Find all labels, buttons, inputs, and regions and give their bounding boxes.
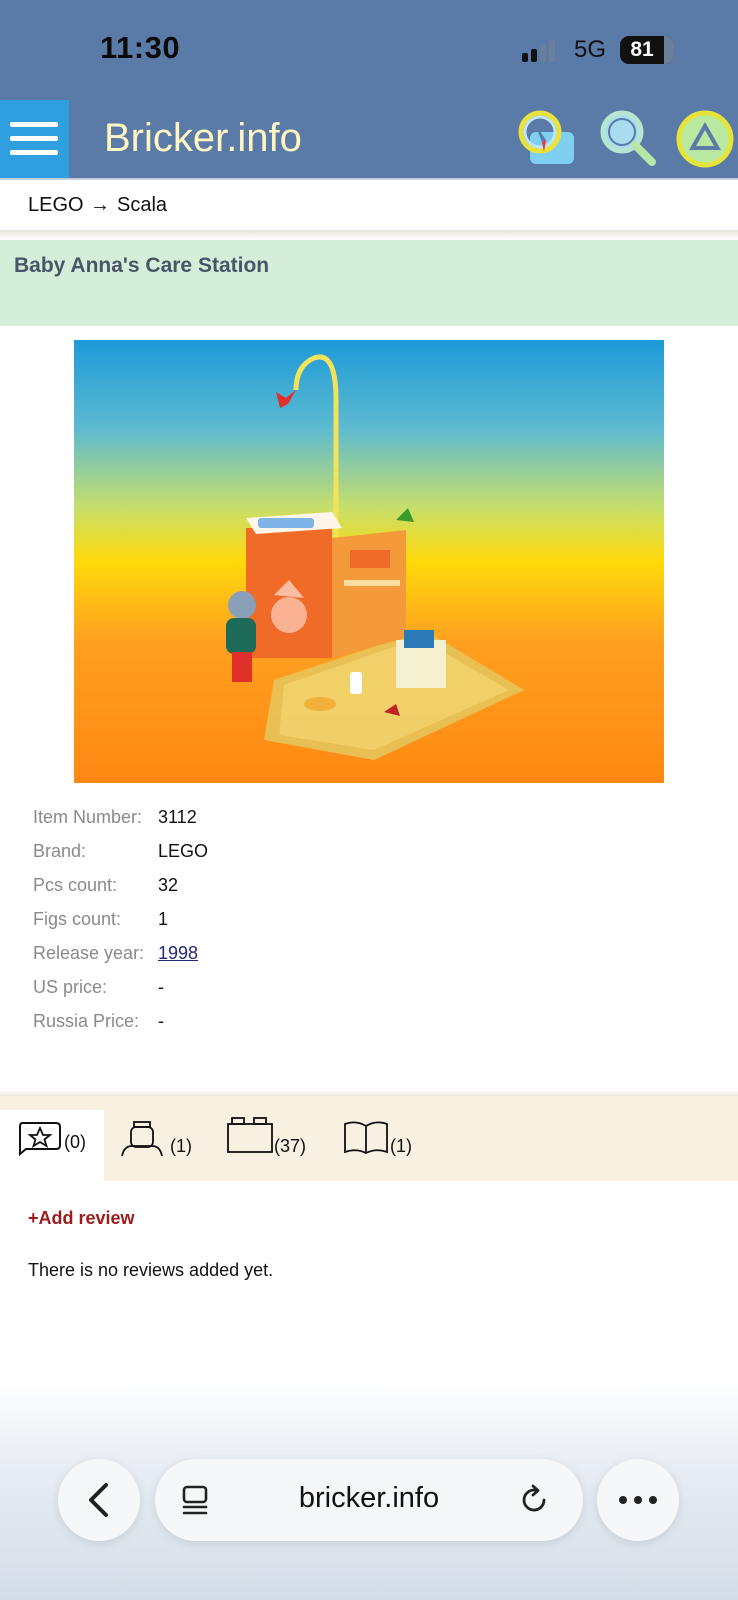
compass-icon[interactable]: [516, 108, 578, 170]
spec-row-release-year: Release year: 1998: [33, 940, 713, 974]
tab-parts[interactable]: (37): [216, 1110, 332, 1181]
product-specs: Item Number: 3112 Brand: LEGO Pcs count:…: [33, 804, 713, 1042]
page-title: Baby Anna's Care Station: [14, 254, 270, 277]
brick-icon: [227, 1117, 273, 1153]
breadcrumb-shadow: [0, 230, 738, 240]
tab-parts-count: (37): [274, 1136, 307, 1156]
spec-row-us-price: US price: -: [33, 974, 713, 1008]
search-icon[interactable]: [598, 108, 660, 170]
add-review-link[interactable]: +Add review: [28, 1208, 135, 1229]
spec-label: Figs count:: [33, 909, 122, 929]
release-year-link[interactable]: 1998: [158, 943, 198, 964]
menu-button[interactable]: [0, 100, 69, 178]
battery-icon: 81: [620, 36, 674, 64]
more-icon: [619, 1496, 657, 1504]
breadcrumb-current-link[interactable]: Scala: [117, 194, 167, 217]
spec-value: 32: [158, 875, 179, 895]
cellular-signal-icon: [522, 38, 562, 62]
tab-instructions-count: (1): [390, 1136, 412, 1156]
breadcrumb-root-link[interactable]: LEGO: [28, 194, 84, 217]
spec-label: Russia Price:: [33, 1011, 140, 1031]
instructions-book-icon: [344, 1121, 388, 1155]
address-bar[interactable]: bricker.info: [155, 1459, 583, 1541]
spec-label: Pcs count:: [33, 875, 118, 895]
network-type: 5G: [574, 36, 607, 63]
spec-row-figs-count: Figs count: 1: [33, 906, 713, 940]
logo-triangle-icon[interactable]: [674, 108, 736, 170]
reload-icon[interactable]: [517, 1483, 551, 1517]
tabs-bar: (0) (1) (37) (1): [0, 1096, 738, 1181]
site-logo-text[interactable]: Bricker.info: [104, 116, 302, 161]
tab-minifigures[interactable]: (1): [104, 1110, 216, 1181]
spec-value: LEGO: [158, 841, 209, 861]
minifigure-icon: [121, 1121, 163, 1157]
spec-value: -: [158, 977, 164, 997]
tab-reviews-count: (0): [64, 1132, 86, 1152]
star-review-icon: [19, 1122, 61, 1156]
spec-label: US price:: [33, 977, 108, 997]
spec-label: Release year:: [33, 943, 145, 963]
battery-level: 81: [630, 38, 654, 61]
spec-row-item-number: Item Number: 3112: [33, 804, 713, 838]
status-time: 11:30: [100, 30, 181, 65]
no-reviews-message: There is no reviews added yet.: [28, 1260, 274, 1280]
spec-row-russia-price: Russia Price: -: [33, 1008, 713, 1042]
spec-value: 1: [158, 909, 169, 929]
back-icon: [89, 1483, 108, 1517]
site-header: Bricker.info: [0, 100, 738, 178]
more-button[interactable]: [597, 1459, 679, 1541]
breadcrumb-separator: →: [90, 194, 110, 216]
tab-minifigures-count: (1): [170, 1136, 192, 1156]
tab-reviews[interactable]: (0): [0, 1110, 104, 1181]
tab-instructions[interactable]: (1): [332, 1110, 440, 1181]
status-bar: 11:30 5G 81: [0, 0, 738, 100]
spec-label: Item Number:: [33, 807, 143, 827]
spec-value: -: [158, 1011, 164, 1031]
spec-row-pcs-count: Pcs count: 32: [33, 872, 713, 906]
breadcrumb: LEGO → Scala: [0, 180, 738, 230]
title-band: Baby Anna's Care Station: [0, 240, 738, 326]
product-image[interactable]: [74, 340, 664, 783]
back-button[interactable]: [58, 1459, 140, 1541]
spec-label: Brand:: [33, 841, 87, 861]
spec-row-brand: Brand: LEGO: [33, 838, 713, 872]
spec-value: 3112: [158, 807, 197, 827]
